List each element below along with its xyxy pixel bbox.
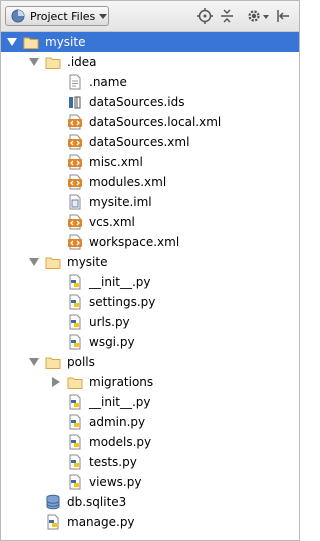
xml-file-icon — [68, 134, 82, 150]
project-view-selector[interactable]: Project Files — [5, 6, 109, 26]
tree-node-label: migrations — [89, 375, 154, 389]
tree-node-label: models.py — [89, 435, 152, 449]
folder-icon — [45, 357, 61, 369]
python-file-icon — [69, 314, 81, 330]
project-view-label: Project Files — [30, 10, 96, 23]
folder-icon — [45, 57, 61, 69]
expand-arrow-icon[interactable] — [29, 358, 39, 366]
tree-node[interactable]: workspace.xml — [1, 232, 299, 252]
text-file-icon — [69, 74, 81, 90]
tree-node[interactable]: admin.py — [1, 412, 299, 432]
tree-node-label: admin.py — [89, 415, 146, 429]
python-file-icon — [69, 474, 81, 490]
tree-node-label: mysite.iml — [89, 195, 152, 209]
tree-node-label: tests.py — [89, 455, 137, 469]
tree-node-label: __init__.py — [89, 275, 151, 289]
tree-node[interactable]: dataSources.local.xml — [1, 112, 299, 132]
python-file-icon — [69, 334, 81, 350]
tree-node-label: modules.xml — [89, 175, 167, 189]
tree-node[interactable]: polls — [1, 352, 299, 372]
tree-node-label: dataSources.xml — [89, 135, 190, 149]
xml-file-icon — [68, 154, 82, 170]
expand-arrow-icon[interactable] — [29, 58, 39, 66]
tree-node[interactable]: tests.py — [1, 452, 299, 472]
project-toolbar: Project Files — [1, 1, 299, 32]
xml-file-icon — [68, 234, 82, 250]
tree-node[interactable]: mysite — [1, 252, 299, 272]
collapse-arrow-icon[interactable] — [52, 377, 60, 387]
database-file-icon — [46, 494, 60, 510]
tree-node[interactable]: dataSources.xml — [1, 132, 299, 152]
tree-node-label: vcs.xml — [89, 215, 135, 229]
tree-node[interactable]: mysite — [1, 32, 299, 52]
tree-node[interactable]: modules.xml — [1, 172, 299, 192]
tree-node-label: polls — [67, 355, 95, 369]
tree-node[interactable]: wsgi.py — [1, 332, 299, 352]
tree-node-label: workspace.xml — [89, 235, 180, 249]
chevron-down-icon — [99, 14, 107, 19]
python-file-icon — [69, 414, 81, 430]
tree-node[interactable]: urls.py — [1, 312, 299, 332]
project-tree: mysite .idea .name dataSources.ids dataSourc… — [1, 32, 299, 532]
tree-node-label: manage.py — [67, 515, 135, 529]
tree-node[interactable]: models.py — [1, 432, 299, 452]
python-file-icon — [69, 434, 81, 450]
tree-node-label: misc.xml — [89, 155, 143, 169]
xml-file-icon — [68, 114, 82, 130]
folder-icon — [23, 37, 39, 49]
tree-node[interactable]: vcs.xml — [1, 212, 299, 232]
tree-node-label: urls.py — [89, 315, 130, 329]
folder-icon — [67, 377, 83, 389]
tree-node-label: dataSources.ids — [89, 95, 185, 109]
xml-file-icon — [68, 174, 82, 190]
project-files-icon — [11, 9, 25, 23]
tree-node[interactable]: __init__.py — [1, 392, 299, 412]
python-file-icon — [69, 274, 81, 290]
tree-node[interactable]: migrations — [1, 372, 299, 392]
tree-node[interactable]: .idea — [1, 52, 299, 72]
iml-file-icon — [69, 194, 81, 210]
tree-node[interactable]: .name — [1, 72, 299, 92]
tree-node-label: wsgi.py — [89, 335, 135, 349]
project-tool-window: Project Files mysite .idea .name dataSource… — [0, 0, 300, 541]
tree-node[interactable]: settings.py — [1, 292, 299, 312]
collapse-all-icon[interactable] — [219, 8, 235, 24]
tree-node-label: .idea — [67, 55, 97, 69]
python-file-icon — [69, 294, 81, 310]
expand-arrow-icon[interactable] — [29, 258, 39, 266]
tree-node-label: db.sqlite3 — [67, 495, 127, 509]
xml-file-icon — [68, 214, 82, 230]
tree-node[interactable]: __init__.py — [1, 272, 299, 292]
tree-node[interactable]: dataSources.ids — [1, 92, 299, 112]
tree-node-label: mysite — [67, 255, 108, 269]
tree-node-label: __init__.py — [89, 395, 151, 409]
python-file-icon — [69, 454, 81, 470]
tree-node[interactable]: mysite.iml — [1, 192, 299, 212]
tree-node[interactable]: views.py — [1, 472, 299, 492]
target-locate-icon[interactable] — [197, 8, 213, 24]
tree-node[interactable]: manage.py — [1, 512, 299, 532]
tree-node-label: mysite — [45, 35, 86, 49]
tree-node-label: views.py — [89, 475, 142, 489]
ids-file-icon — [69, 96, 81, 109]
tree-node-label: .name — [89, 75, 127, 89]
hide-panel-icon[interactable] — [275, 8, 291, 24]
expand-arrow-icon[interactable] — [7, 38, 17, 46]
gear-icon[interactable] — [247, 8, 263, 24]
tree-node[interactable]: db.sqlite3 — [1, 492, 299, 512]
tree-node-label: settings.py — [89, 295, 156, 309]
tree-node-label: dataSources.local.xml — [89, 115, 222, 129]
tree-node[interactable]: misc.xml — [1, 152, 299, 172]
python-file-icon — [69, 394, 81, 410]
python-file-icon — [47, 514, 59, 530]
chevron-down-icon[interactable] — [263, 15, 269, 19]
folder-icon — [45, 257, 61, 269]
